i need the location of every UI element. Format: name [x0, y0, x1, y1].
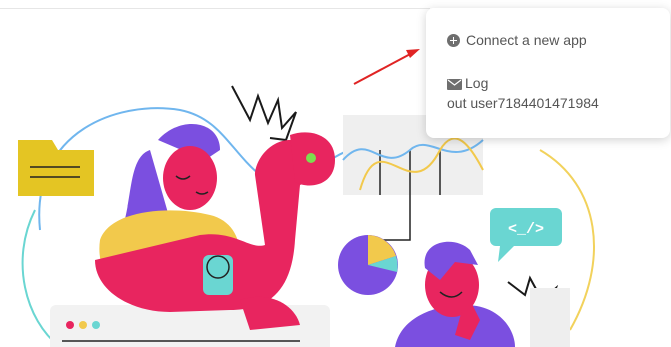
user-dropdown-menu: Connect a new app Log out user7184401471… [426, 8, 670, 138]
connect-new-app-label: Connect a new app [466, 32, 587, 48]
burst-shape [231, 85, 297, 142]
logout-label-line2: out user7184401471984 [447, 95, 599, 111]
woman-figure [95, 123, 335, 330]
folder-icon [18, 140, 94, 196]
code-bubble: <_/> [490, 208, 562, 262]
plus-circle-icon [447, 33, 460, 47]
logout-item[interactable]: Log out user7184401471984 [447, 73, 599, 113]
code-bubble-text: <_/> [508, 221, 544, 238]
mail-icon [447, 78, 462, 90]
pie-chart [338, 235, 398, 295]
gray-panel [530, 288, 570, 347]
connect-new-app-item[interactable]: Connect a new app [447, 32, 587, 48]
logout-label-line1: Log [465, 75, 489, 91]
arrow-icon [353, 49, 420, 85]
man-figure [395, 241, 515, 347]
